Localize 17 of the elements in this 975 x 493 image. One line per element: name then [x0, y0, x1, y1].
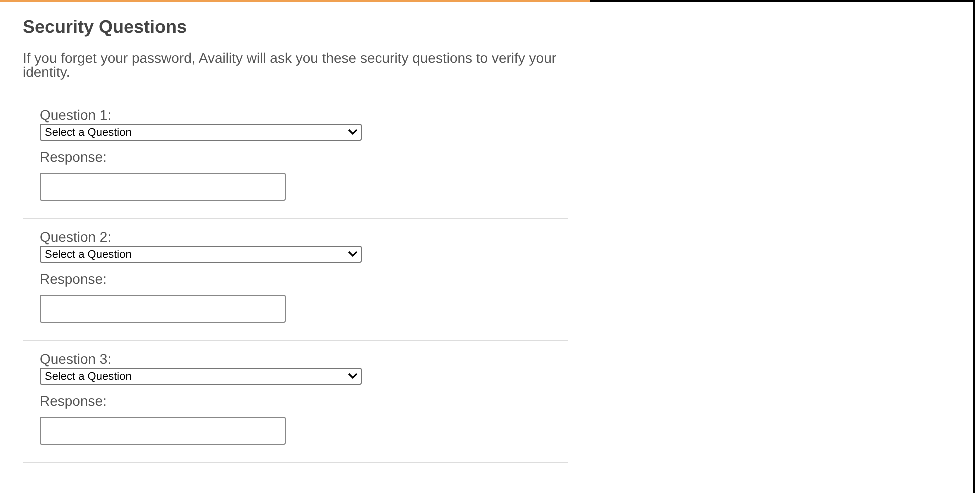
question-label: Question 1:: [40, 107, 112, 123]
response-label: Response:: [40, 149, 107, 165]
question-label: Question 2:: [40, 229, 112, 245]
question-label: Question 3:: [40, 351, 112, 367]
response-field[interactable]: [40, 295, 286, 323]
question-dropdown[interactable]: Select a Question: [40, 124, 362, 141]
chevron-down-icon: [348, 129, 358, 136]
response-label: Response:: [40, 271, 107, 287]
chevron-down-icon: [348, 373, 358, 380]
page-title: Security Questions: [23, 16, 188, 38]
chevron-down-icon: [348, 251, 358, 258]
response-field[interactable]: [40, 173, 286, 201]
intro-text: If you forget your password, Availity will ask you these security questions to verify your identity.: [23, 51, 558, 79]
question-dropdown[interactable]: Select a Question: [40, 246, 362, 263]
question-dropdown[interactable]: Select a Question: [40, 368, 362, 385]
response-field[interactable]: [40, 417, 286, 445]
response-label: Response:: [40, 393, 107, 409]
